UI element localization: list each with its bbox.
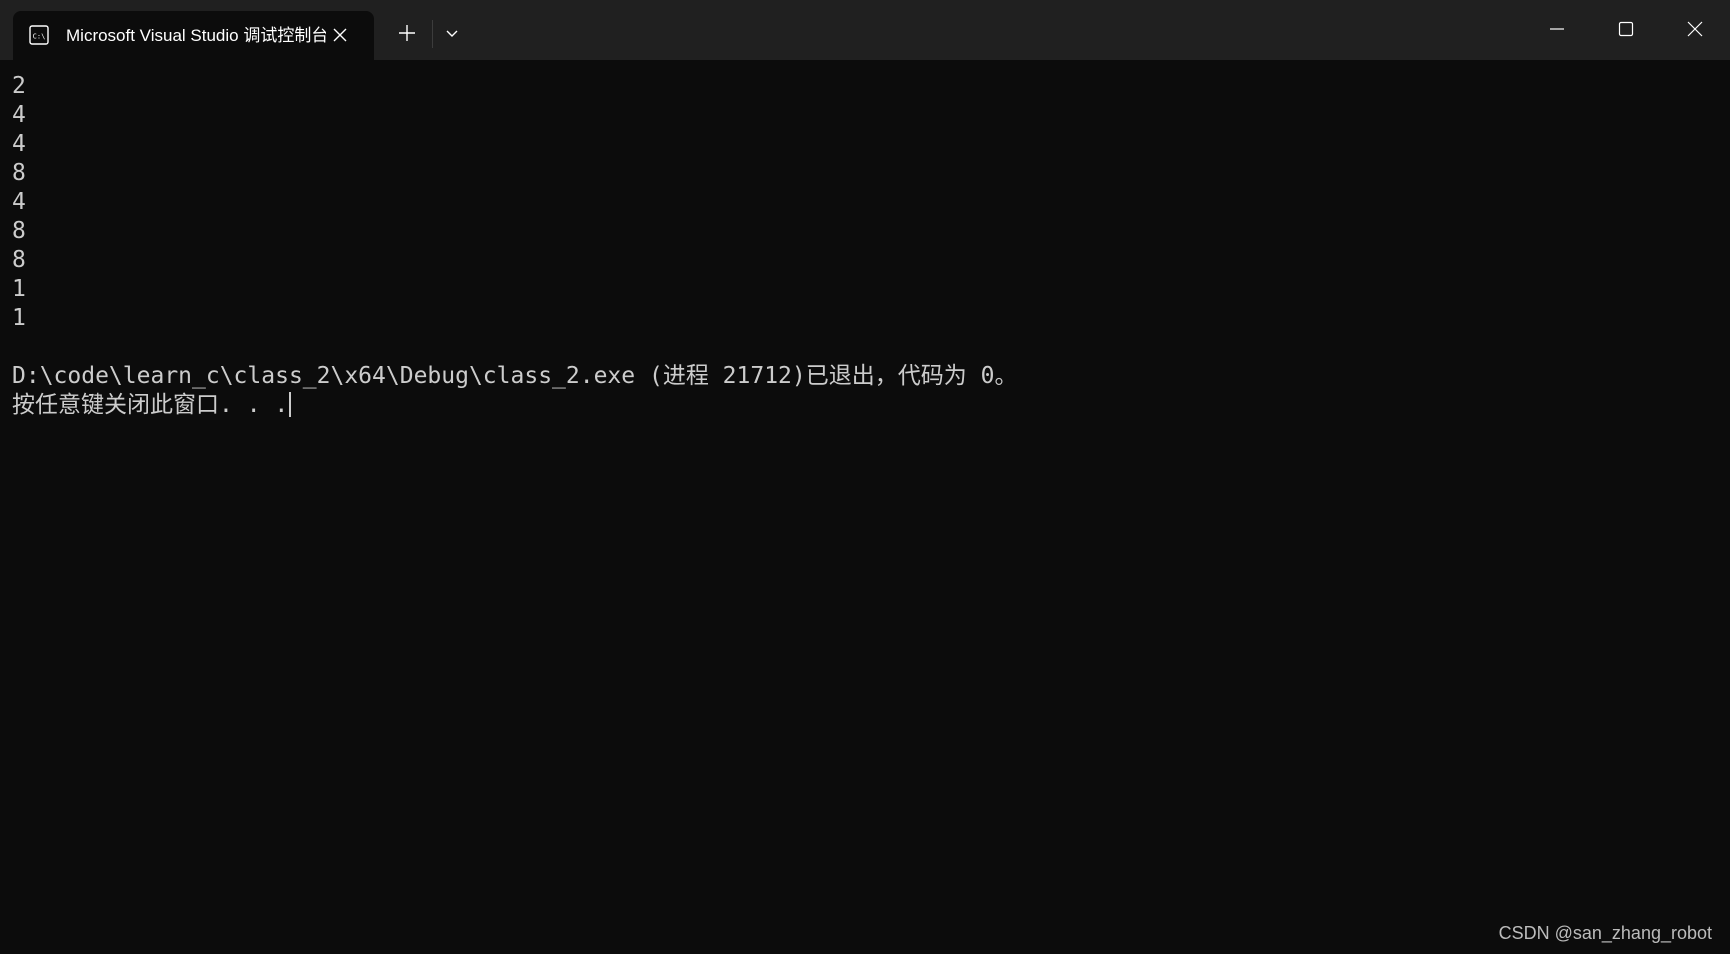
titlebar-divider — [432, 20, 433, 48]
console-line: 1 — [12, 305, 26, 331]
tab-close-icon[interactable] — [330, 25, 350, 45]
title-bar[interactable]: C:\ Microsoft Visual Studio 调试控制台 — [0, 0, 1730, 60]
tab-title: Microsoft Visual Studio 调试控制台 — [66, 26, 326, 45]
console-line: 2 — [12, 73, 26, 99]
prompt-text: 按任意键关闭此窗口. . . — [12, 392, 289, 418]
console-line-prompt: 按任意键关闭此窗口. . . — [12, 391, 1712, 420]
close-icon — [1687, 21, 1703, 37]
plus-icon — [399, 25, 415, 41]
tab-debug-console[interactable]: C:\ Microsoft Visual Studio 调试控制台 — [13, 11, 374, 60]
console-line: 8 — [12, 160, 26, 186]
watermark: CSDN @san_zhang_robot — [1498, 923, 1712, 943]
minimize-icon — [1550, 28, 1564, 30]
svg-text:C:\: C:\ — [33, 33, 46, 41]
console-output[interactable]: 2 4 4 8 4 8 8 1 1 D:\code\learn_c\class_… — [12, 72, 1712, 932]
terminal-window: C:\ Microsoft Visual Studio 调试控制台 2 4 4 … — [0, 0, 1730, 954]
console-line: 4 — [12, 131, 26, 157]
console-line: 8 — [12, 247, 26, 273]
close-window-button[interactable] — [1662, 0, 1728, 60]
console-line-exit-message: D:\code\learn_c\class_2\x64\Debug\class_… — [12, 363, 1018, 389]
new-tab-button[interactable] — [395, 21, 419, 45]
console-icon: C:\ — [29, 25, 49, 45]
minimize-button[interactable] — [1524, 0, 1590, 60]
tab-dropdown-button[interactable] — [442, 24, 462, 44]
maximize-icon — [1618, 21, 1634, 37]
console-line: 8 — [12, 218, 26, 244]
console-line: 1 — [12, 276, 26, 302]
maximize-button[interactable] — [1593, 0, 1659, 60]
console-line: 4 — [12, 102, 26, 128]
chevron-down-icon — [446, 30, 458, 37]
text-cursor — [289, 392, 292, 417]
console-line: 4 — [12, 189, 26, 215]
